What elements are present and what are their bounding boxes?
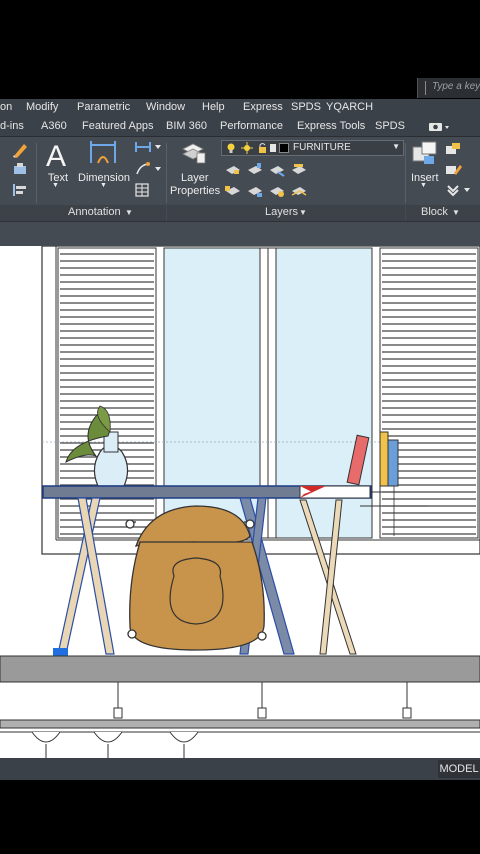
layer-properties-label-1[interactable]: Layer xyxy=(181,172,209,184)
table-icon[interactable] xyxy=(134,182,150,198)
layer-tool-icon[interactable] xyxy=(225,186,240,195)
tab-bim-360[interactable]: BIM 360 xyxy=(166,120,207,132)
layers-panel-footer[interactable]: Layers ▼ xyxy=(167,205,405,221)
menu-item-express[interactable]: Express xyxy=(243,101,283,113)
tab-featured-apps[interactable]: Featured Apps xyxy=(82,120,154,132)
align-icon[interactable] xyxy=(11,182,29,198)
stamp-icon[interactable] xyxy=(11,162,29,178)
top-black-area xyxy=(0,0,480,78)
leader-icon[interactable] xyxy=(134,161,162,177)
layer-tool-icon[interactable] xyxy=(226,166,240,174)
menu-item-parametric[interactable]: Parametric xyxy=(77,101,130,113)
insert-dropdown-caret[interactable]: ▼ xyxy=(420,182,427,189)
model-tab[interactable]: MODEL xyxy=(438,760,480,778)
annotation-panel-footer[interactable]: Annotation ▼ xyxy=(37,205,166,221)
block-attributes-icon[interactable] xyxy=(444,181,472,199)
text-icon[interactable]: A xyxy=(44,139,72,171)
tab-performance[interactable]: Performance xyxy=(220,120,283,132)
lock-icon[interactable] xyxy=(259,143,266,154)
lightbulb-icon[interactable] xyxy=(227,143,235,154)
layers-panel-caret[interactable]: ▼ xyxy=(299,208,307,217)
drawing-svg xyxy=(0,245,480,758)
layer-dropdown-caret[interactable]: ▼ xyxy=(392,142,400,151)
search-box[interactable]: Type a keyw xyxy=(417,78,480,98)
layer-tool-icon[interactable] xyxy=(292,164,306,174)
layer-color-icon[interactable] xyxy=(270,144,276,152)
drawing-canvas[interactable] xyxy=(0,245,480,758)
block-panel-label: Block xyxy=(421,206,448,218)
layer-tool-icon[interactable] xyxy=(291,187,307,196)
current-layer-name: FURNITURE xyxy=(293,142,351,153)
edit-block-icon[interactable] xyxy=(444,161,464,179)
layer-state-icons xyxy=(227,142,276,154)
right-shutter xyxy=(379,247,479,539)
layer-tool-icon[interactable] xyxy=(270,187,284,197)
ribbon-separator xyxy=(36,143,37,203)
pencil-icon[interactable] xyxy=(11,141,29,159)
text-dropdown-caret[interactable]: ▼ xyxy=(52,182,59,189)
layer-tool-icon[interactable] xyxy=(270,166,285,177)
tab-spds[interactable]: SPDS xyxy=(375,120,405,132)
annotation-panel-label: Annotation xyxy=(68,206,121,218)
menu-bar: on Modify Parametric Window Help Express… xyxy=(0,99,480,117)
layer-dropdown[interactable]: FURNITURE ▼ xyxy=(221,140,404,156)
dimension-icon[interactable] xyxy=(88,139,118,169)
layer-tools-row-1 xyxy=(226,163,306,177)
layer-properties-icon[interactable] xyxy=(179,139,207,167)
svg-text:A: A xyxy=(46,140,66,171)
floor-slab xyxy=(0,655,480,733)
linear-dimension-icon[interactable] xyxy=(134,139,162,155)
ceiling-hangers xyxy=(113,682,412,719)
camera-icon[interactable] xyxy=(428,120,452,134)
menu-item-spds[interactable]: SPDS xyxy=(291,101,321,113)
insert-block-icon[interactable] xyxy=(410,139,440,169)
layers-panel-label: Layers xyxy=(265,206,299,218)
bottom-black-area xyxy=(0,780,480,854)
ribbon-separator xyxy=(405,143,406,203)
tab-add-ins[interactable]: d-ins xyxy=(0,120,24,132)
menu-item-help[interactable]: Help xyxy=(202,101,225,113)
layer-properties-label-2[interactable]: Properties xyxy=(170,185,220,197)
create-block-icon[interactable] xyxy=(444,141,464,159)
menu-item-on[interactable]: on xyxy=(0,101,12,113)
search-placeholder: Type a keyw xyxy=(432,81,480,92)
tab-express-tools[interactable]: Express Tools xyxy=(297,120,365,132)
file-tab-strip xyxy=(0,221,480,246)
chair[interactable] xyxy=(125,505,267,651)
ceiling-lamps xyxy=(31,731,199,758)
annotation-panel-caret[interactable]: ▼ xyxy=(125,208,133,217)
menu-item-yqarch[interactable]: YQARCH xyxy=(326,101,373,113)
ribbon-tab-bar: d-ins A360 Featured Apps BIM 360 Perform… xyxy=(0,117,480,137)
panel-footer-left xyxy=(0,205,37,221)
dimension-dropdown-caret[interactable]: ▼ xyxy=(100,182,107,189)
status-bar: MODEL xyxy=(0,758,480,780)
menu-item-window[interactable]: Window xyxy=(146,101,185,113)
menu-item-modify[interactable]: Modify xyxy=(26,101,58,113)
block-panel-caret[interactable]: ▼ xyxy=(452,208,460,217)
layer-tools-row-2 xyxy=(225,186,307,197)
layer-tool-icon[interactable] xyxy=(248,187,262,197)
layer-color-swatch xyxy=(279,143,289,153)
tab-a360[interactable]: A360 xyxy=(41,120,67,132)
block-panel-footer[interactable]: Block ▼ xyxy=(406,205,480,221)
search-separator xyxy=(418,81,426,95)
ribbon-separator xyxy=(166,143,167,203)
layer-tool-icon[interactable] xyxy=(248,163,262,174)
sun-icon[interactable] xyxy=(241,142,253,154)
